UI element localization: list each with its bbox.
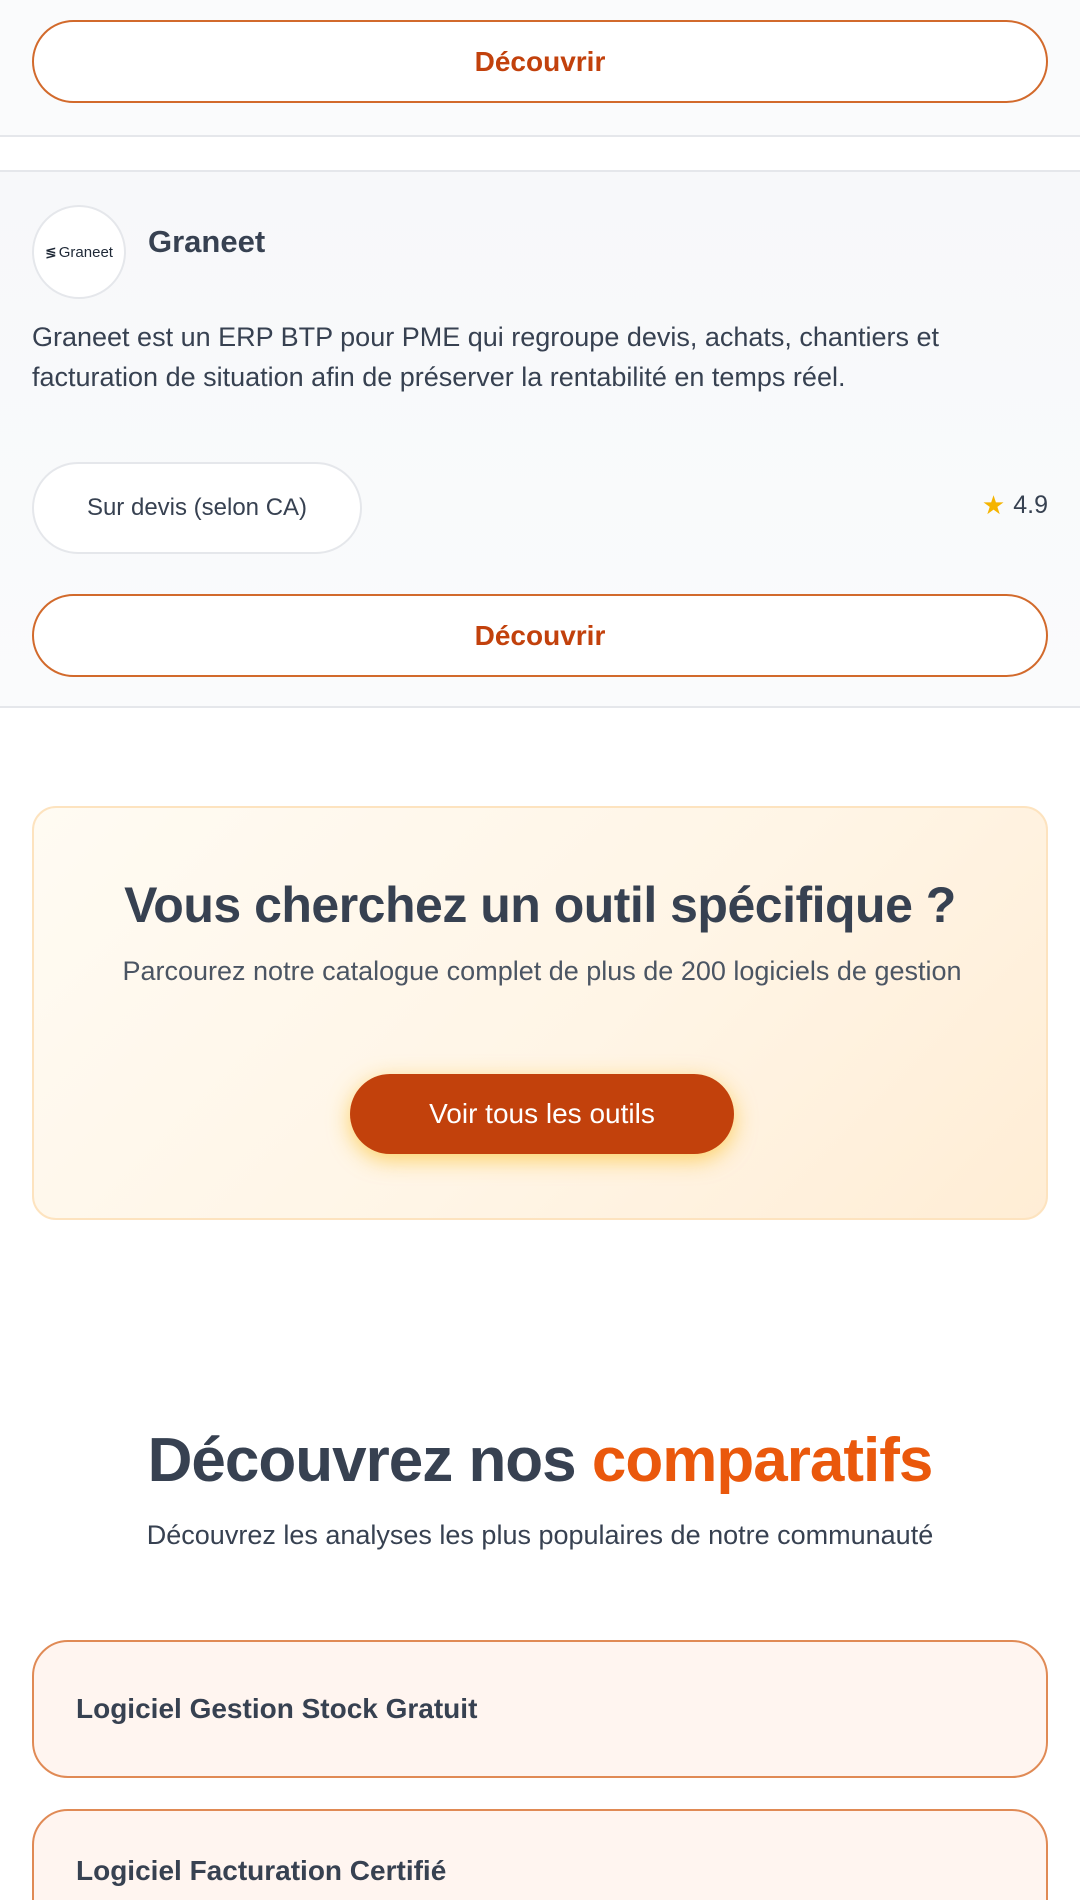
comparatif-item[interactable]: Logiciel Gestion Stock Gratuit: [32, 1640, 1048, 1778]
previous-tool-card: Découvrir: [0, 0, 1080, 137]
cta-subtitle: Parcourez notre catalogue complet de plu…: [122, 956, 962, 986]
see-all-tools-button[interactable]: Voir tous les outils: [350, 1074, 734, 1154]
catalog-cta: Vous cherchez un outil spécifique ? Parc…: [32, 806, 1048, 1220]
graneet-logo: ≶ Graneet: [32, 205, 126, 299]
cta-title: Vous cherchez un outil spécifique ?: [124, 877, 956, 933]
comparatifs-title-accent: comparatifs: [591, 1426, 933, 1495]
graneet-logo-text: Graneet: [58, 243, 113, 261]
rating: ★ 4.9: [982, 490, 1048, 521]
rating-value: 4.9: [1013, 491, 1048, 519]
price-badge: Sur devis (selon CA): [32, 462, 362, 554]
comparatif-item[interactable]: Logiciel Facturation Certifié: [32, 1809, 1048, 1900]
page: Découvrir ≶ Graneet Graneet Graneet est …: [0, 0, 1080, 1900]
star-icon: ★: [981, 490, 1006, 520]
graneet-logo-icon: ≶: [45, 243, 57, 260]
discover-button[interactable]: Découvrir: [32, 20, 1048, 103]
comparatifs-title-prefix: Découvrez nos: [147, 1426, 577, 1495]
tool-description: Graneet est un ERP BTP pour PME qui regr…: [32, 322, 939, 392]
comparatifs-subtitle: Découvrez les analyses les plus populair…: [146, 1520, 934, 1550]
comparatifs-title: Découvrez nos comparatifs: [0, 1425, 1080, 1496]
tool-name: Graneet: [148, 224, 266, 259]
tool-card-graneet: ≶ Graneet Graneet Graneet est un ERP BTP…: [0, 170, 1080, 708]
discover-button[interactable]: Découvrir: [32, 594, 1048, 677]
